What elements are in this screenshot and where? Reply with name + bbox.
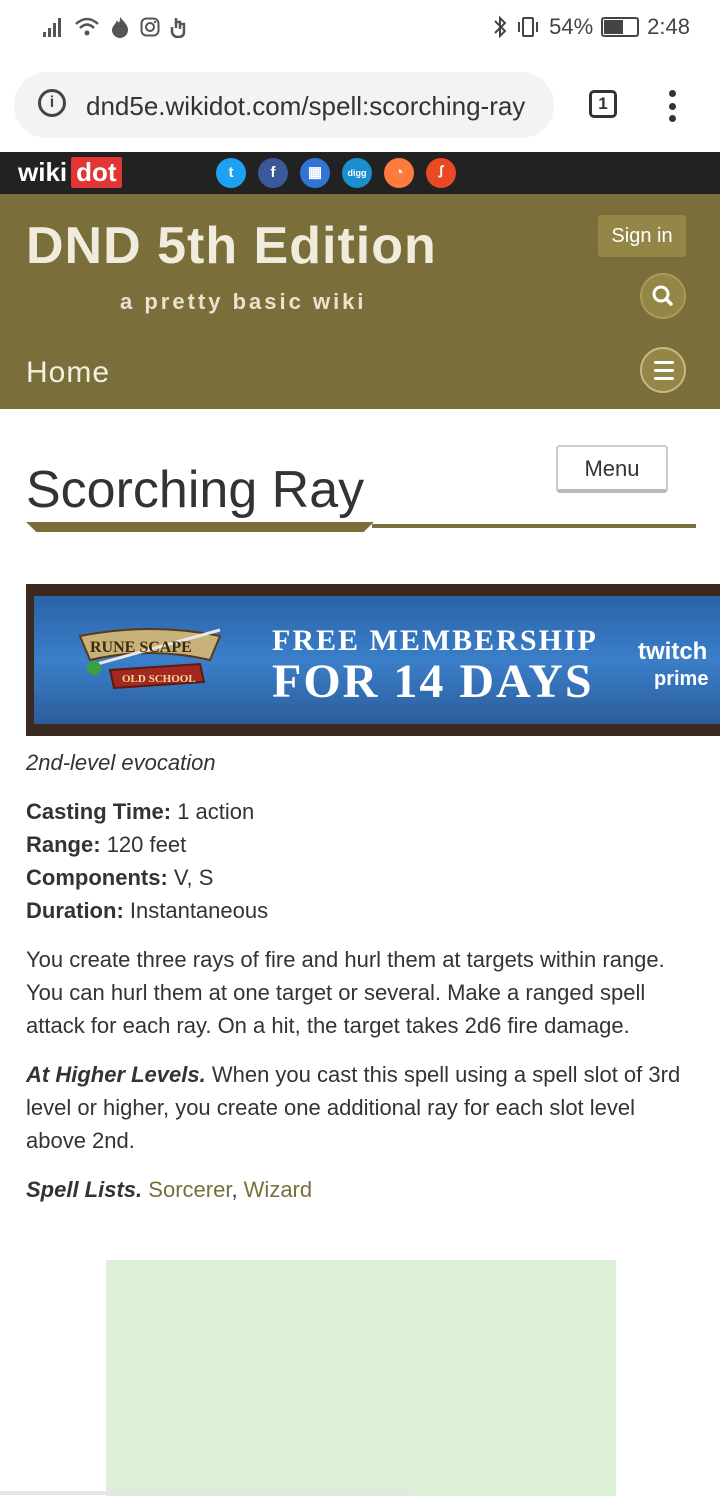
tab-switcher-button[interactable]: 1	[589, 90, 617, 118]
url-text[interactable]: dnd5e.wikidot.com/spell:scorching-ray	[86, 91, 541, 122]
spell-list-link-sorcerer[interactable]: Sorcerer	[148, 1177, 231, 1202]
higher-levels-paragraph: At Higher Levels. When you cast this spe…	[26, 1058, 696, 1157]
ad-brand-sub: prime	[654, 668, 709, 690]
bluetooth-icon	[494, 15, 507, 39]
site-title[interactable]: DND 5th Edition	[26, 216, 437, 276]
spell-school: 2nd-level evocation	[26, 750, 216, 775]
browser-menu-icon[interactable]	[666, 90, 678, 122]
clock: 2:48	[647, 14, 690, 39]
spell-list-link-wizard[interactable]: Wizard	[244, 1177, 312, 1202]
battery-percent: 54%	[549, 14, 594, 39]
stumbleupon-icon[interactable]: ꭍ	[426, 158, 456, 188]
spell-lists-label: Spell Lists.	[26, 1177, 143, 1202]
ad-placeholder[interactable]	[106, 1260, 616, 1496]
spell-list-separator: ,	[231, 1177, 244, 1202]
components-label: Components:	[26, 865, 168, 890]
page-title: Scorching Ray	[26, 461, 365, 519]
casting-time-row: Casting Time: 1 action	[26, 795, 696, 828]
ad-headline-line1: FREE MEMBERSHIP	[272, 624, 598, 657]
status-bar: 54% 2:48	[0, 0, 720, 58]
hand-icon	[170, 18, 186, 38]
site-subtitle: a pretty basic wiki	[120, 289, 367, 314]
site-header: DND 5th Edition a pretty basic wiki Sign…	[0, 194, 720, 409]
duration-label: Duration:	[26, 898, 124, 923]
menu-button[interactable]: Menu	[556, 445, 668, 493]
range-label: Range:	[26, 832, 101, 857]
range-row: Range: 120 feet	[26, 828, 696, 861]
svg-text:RUNE SCAPE: RUNE SCAPE	[90, 639, 192, 656]
status-right-icons: 54% 2:48	[493, 14, 690, 40]
casting-time-label: Casting Time:	[26, 799, 172, 824]
delicious-icon[interactable]: ▦	[300, 158, 330, 188]
search-icon	[652, 285, 673, 306]
duration-row: Duration: Instantaneous	[26, 894, 696, 927]
ad-banner-background: RUNE SCAPE OLD SCHOOL FREE MEMBERSHIP FO…	[34, 596, 720, 724]
title-underline	[372, 524, 696, 528]
vibrate-icon	[518, 17, 539, 37]
flame-icon	[112, 17, 128, 38]
horizontal-scrollbar	[0, 1491, 408, 1495]
ad-headline-line2: FOR 14 DAYS	[272, 655, 594, 708]
components-row: Components: V, S	[26, 861, 696, 894]
address-bar[interactable]: i dnd5e.wikidot.com/spell:scorching-ray	[14, 72, 554, 138]
sign-in-button[interactable]: Sign in	[598, 215, 686, 257]
facebook-icon[interactable]: f	[258, 158, 288, 188]
duration-value: Instantaneous	[129, 898, 269, 923]
nav-home-link[interactable]: Home	[26, 356, 110, 390]
casting-time-value: 1 action	[177, 799, 255, 824]
instagram-icon	[140, 17, 160, 37]
higher-levels-label: At Higher Levels.	[26, 1062, 206, 1087]
ad-brand: twitch	[638, 638, 708, 665]
spell-content: 2nd-level evocation Casting Time: 1 acti…	[26, 746, 696, 1206]
range-value: 120 feet	[106, 832, 187, 857]
signal-icon	[43, 18, 61, 37]
wifi-icon	[75, 17, 99, 36]
spell-lists-paragraph: Spell Lists. Sorcerer, Wizard	[26, 1173, 696, 1206]
social-icons: t f ▦ digg ◔ ꭍ	[216, 158, 456, 188]
spell-description: You create three rays of fire and hurl t…	[26, 947, 665, 1038]
hamburger-menu-button[interactable]	[640, 347, 686, 393]
svg-text:OLD SCHOOL: OLD SCHOOL	[122, 673, 196, 685]
title-underline-accent	[26, 522, 374, 532]
info-icon[interactable]: i	[38, 89, 66, 117]
digg-icon[interactable]: digg	[342, 158, 372, 188]
battery-icon	[601, 17, 640, 37]
status-left-icons	[42, 16, 188, 38]
runescape-logo: RUNE SCAPE OLD SCHOOL	[78, 628, 222, 690]
ad-banner[interactable]: RUNE SCAPE OLD SCHOOL FREE MEMBERSHIP FO…	[26, 584, 720, 736]
wikidot-bar: wiki dot t f ▦ digg ◔ ꭍ	[0, 152, 720, 194]
components-value: V, S	[173, 865, 214, 890]
reddit-icon[interactable]: ◔	[384, 158, 414, 188]
twitter-icon[interactable]: t	[216, 158, 246, 188]
wikidot-logo[interactable]: wiki dot	[18, 157, 122, 188]
search-button[interactable]	[640, 273, 686, 319]
